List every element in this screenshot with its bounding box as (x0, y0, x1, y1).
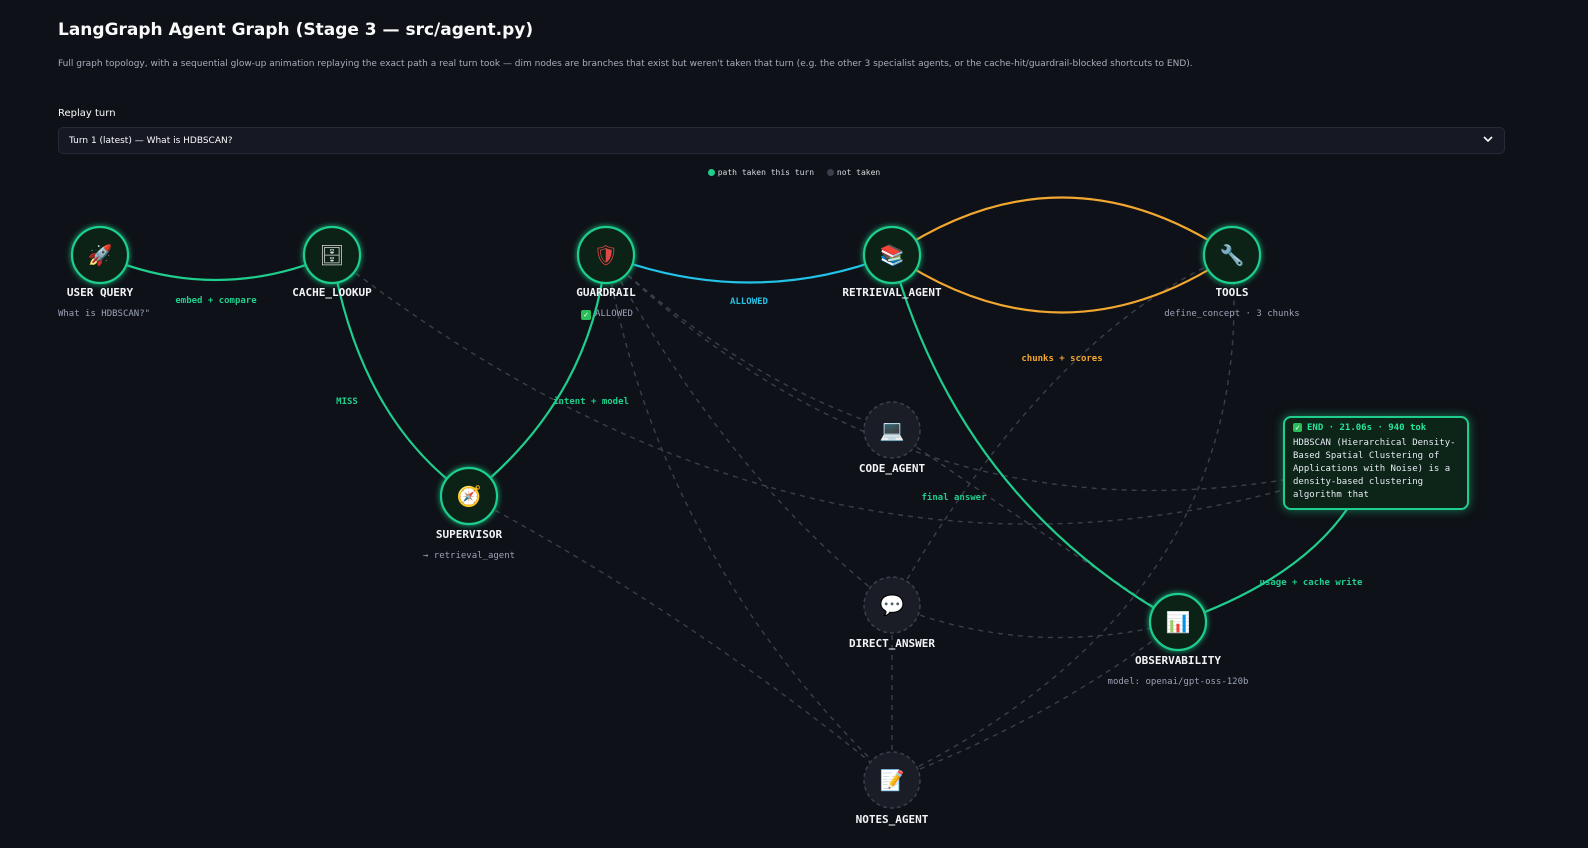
edge-direct-to-obs (891, 604, 1179, 639)
books-icon: 📚 (880, 243, 905, 267)
laptop-icon: 💻 (880, 418, 905, 442)
edge-label-intent-model: intent + model (553, 397, 629, 407)
compass-icon: 🧭 (457, 484, 482, 508)
node-guardrail-sub: ✓ ALLOWED (581, 309, 633, 320)
end-node-header: ✓ END · 21.06s · 940 tok (1293, 423, 1459, 433)
edge-guardrail-to-retrieval (605, 253, 893, 284)
rocket-icon: 🚀 (88, 243, 113, 267)
edge-guardrail-to-direct (605, 254, 893, 606)
edge-tools-to-retrieval (891, 254, 1233, 314)
end-node: ✓ END · 21.06s · 940 tok HDBSCAN (Hierarc… (1283, 416, 1469, 510)
edge-label-usage-cache: usage + cache write (1259, 578, 1363, 588)
edge-label-miss: MISS (336, 397, 358, 407)
end-node-answer: HDBSCAN (Hierarchical Density-Based Spat… (1293, 438, 1456, 500)
edge-label-allowed: ALLOWED (730, 297, 768, 307)
memo-icon: 📝 (880, 768, 905, 792)
node-guardrail-label: GUARDRAIL (576, 286, 636, 299)
check-icon: ✓ (581, 310, 592, 320)
node-cache-lookup-label: CACHE_LOOKUP (292, 286, 372, 299)
node-tools-label: TOOLS (1215, 286, 1249, 299)
edge-obs-to-end (1177, 504, 1351, 624)
bar-chart-icon: 📊 (1166, 610, 1191, 634)
node-observability-sub: model: openai/gpt-oss-120b (1107, 677, 1249, 687)
edge-supervisor-to-notes (468, 495, 893, 781)
node-code-agent-label: CODE_AGENT (858, 462, 926, 475)
speech-bubble-icon: 💬 (880, 593, 905, 617)
node-supervisor-label: SUPERVISOR (435, 528, 503, 541)
edge-label-final-answer: final answer (921, 493, 987, 503)
check-icon: ✓ (1293, 423, 1302, 432)
node-tools-sub: define_concept · 3 chunks (1164, 309, 1300, 319)
node-user-query-label: USER QUERY (66, 286, 134, 299)
edge-direct-to-tools (891, 254, 1233, 606)
shield-icon: 🛡 (593, 243, 618, 267)
cabinet-icon: 🗄 (319, 243, 344, 267)
edge-guardrail-to-notes (605, 254, 893, 781)
edge-code-to-obs (891, 429, 1179, 623)
node-user-query-sub: What is HDBSCAN?" (57, 309, 151, 319)
node-supervisor-sub: → retrieval_agent (422, 551, 516, 561)
edge-guardrail-to-code (605, 254, 893, 431)
edge-label-embed-compare: embed + compare (175, 296, 257, 306)
edge-user-to-cache (99, 253, 333, 282)
node-direct-answer-label: DIRECT_ANSWER (848, 637, 936, 650)
wrench-icon: 🔧 (1220, 243, 1245, 267)
node-notes-agent-label: NOTES_AGENT (855, 813, 929, 826)
edge-retrieval-to-tools (891, 196, 1233, 256)
edge-notes-to-tools (891, 254, 1235, 781)
edge-guardrail-to-end (605, 254, 1284, 492)
node-retrieval-agent-label: RETRIEVAL_AGENT (842, 286, 942, 299)
edge-label-chunks-scores: chunks + scores (1021, 354, 1103, 364)
node-observability-label: OBSERVABILITY (1134, 654, 1222, 667)
